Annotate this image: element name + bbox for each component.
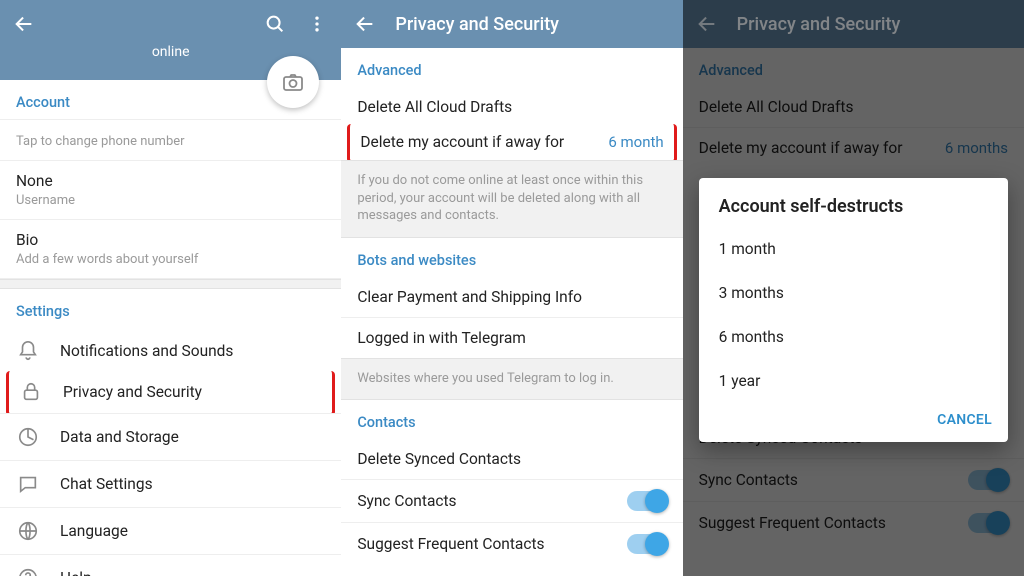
row-language[interactable]: Language [0, 507, 341, 554]
dialog-self-destruct: Account self-destructs 1 month 3 months … [699, 178, 1008, 442]
row-label: Suggest Frequent Contacts [357, 535, 606, 553]
row-label: Data and Storage [60, 428, 179, 446]
dialog-option[interactable]: 1 month [699, 227, 1008, 271]
row-label: Privacy and Security [63, 383, 202, 401]
globe-icon [16, 519, 40, 543]
row-sync-contacts[interactable]: Sync Contacts [341, 479, 682, 522]
cancel-button[interactable]: CANCEL [937, 412, 992, 428]
row-phone[interactable]: Tap to change phone number [0, 119, 341, 160]
row-label: Help [60, 569, 92, 576]
settings-body: Account Tap to change phone number None … [0, 80, 341, 576]
more-icon[interactable] [305, 12, 329, 36]
panel-privacy-dialog: Privacy and Security Advanced Delete All… [683, 0, 1024, 576]
row-logged-in[interactable]: Logged in with Telegram [341, 317, 682, 358]
dialog-option[interactable]: 6 months [699, 315, 1008, 359]
row-delete-drafts[interactable]: Delete All Cloud Drafts [341, 87, 682, 127]
row-clear-payment[interactable]: Clear Payment and Shipping Info [341, 277, 682, 317]
row-label: Delete Synced Contacts [357, 450, 521, 468]
data-icon [16, 425, 40, 449]
row-privacy-security[interactable]: Privacy and Security [6, 371, 335, 416]
row-data-storage[interactable]: Data and Storage [0, 413, 341, 460]
camera-button[interactable] [267, 56, 319, 108]
username-label: Username [16, 193, 325, 208]
row-value: 6 month [608, 133, 663, 151]
section-advanced: Advanced [341, 48, 682, 87]
row-label: Language [60, 522, 128, 540]
row-label: Sync Contacts [357, 492, 606, 510]
header: Privacy and Security [341, 0, 682, 48]
phone-hint: Tap to change phone number [16, 134, 325, 149]
away-hint: If you do not come online at least once … [341, 161, 682, 237]
section-settings: Settings [0, 289, 341, 328]
bio-hint: Add a few words about yourself [16, 252, 325, 267]
row-delete-synced[interactable]: Delete Synced Contacts [341, 439, 682, 479]
row-username[interactable]: None Username [0, 160, 341, 219]
username-value: None [16, 172, 325, 190]
row-notifications[interactable]: Notifications and Sounds [0, 328, 341, 374]
bell-icon [16, 339, 40, 363]
dialog-option[interactable]: 3 months [699, 271, 1008, 315]
toggle-on[interactable] [627, 534, 667, 554]
panel-privacy: Privacy and Security Advanced Delete All… [341, 0, 682, 576]
logged-in-hint: Websites where you used Telegram to log … [341, 359, 682, 400]
dialog-option[interactable]: 1 year [699, 359, 1008, 403]
chat-icon [16, 472, 40, 496]
row-label: Delete All Cloud Drafts [357, 98, 512, 116]
row-help[interactable]: Help [0, 554, 341, 576]
row-label: Notifications and Sounds [60, 342, 233, 360]
row-label: Chat Settings [60, 475, 153, 493]
section-contacts: Contacts [341, 400, 682, 439]
row-label: Logged in with Telegram [357, 329, 526, 347]
dialog-title: Account self-destructs [699, 196, 1008, 221]
search-icon[interactable] [263, 12, 287, 36]
row-bio[interactable]: Bio Add a few words about yourself [0, 219, 341, 279]
row-chat-settings[interactable]: Chat Settings [0, 460, 341, 507]
lock-icon [19, 380, 43, 404]
row-delete-account[interactable]: Delete my account if away for 6 month [347, 124, 676, 163]
row-label: Delete my account if away for [360, 133, 588, 151]
page-title: Privacy and Security [395, 14, 670, 35]
back-icon[interactable] [12, 12, 36, 36]
row-suggest[interactable]: Suggest Frequent Contacts [341, 522, 682, 565]
back-icon[interactable] [353, 12, 377, 36]
toggle-on[interactable] [627, 491, 667, 511]
panel-settings: online Account Tap to change phone numbe… [0, 0, 341, 576]
privacy-body: Advanced Delete All Cloud Drafts Delete … [341, 48, 682, 576]
row-label: Clear Payment and Shipping Info [357, 288, 582, 306]
help-icon [16, 566, 40, 576]
section-bots: Bots and websites [341, 238, 682, 277]
bio-value: Bio [16, 231, 325, 249]
